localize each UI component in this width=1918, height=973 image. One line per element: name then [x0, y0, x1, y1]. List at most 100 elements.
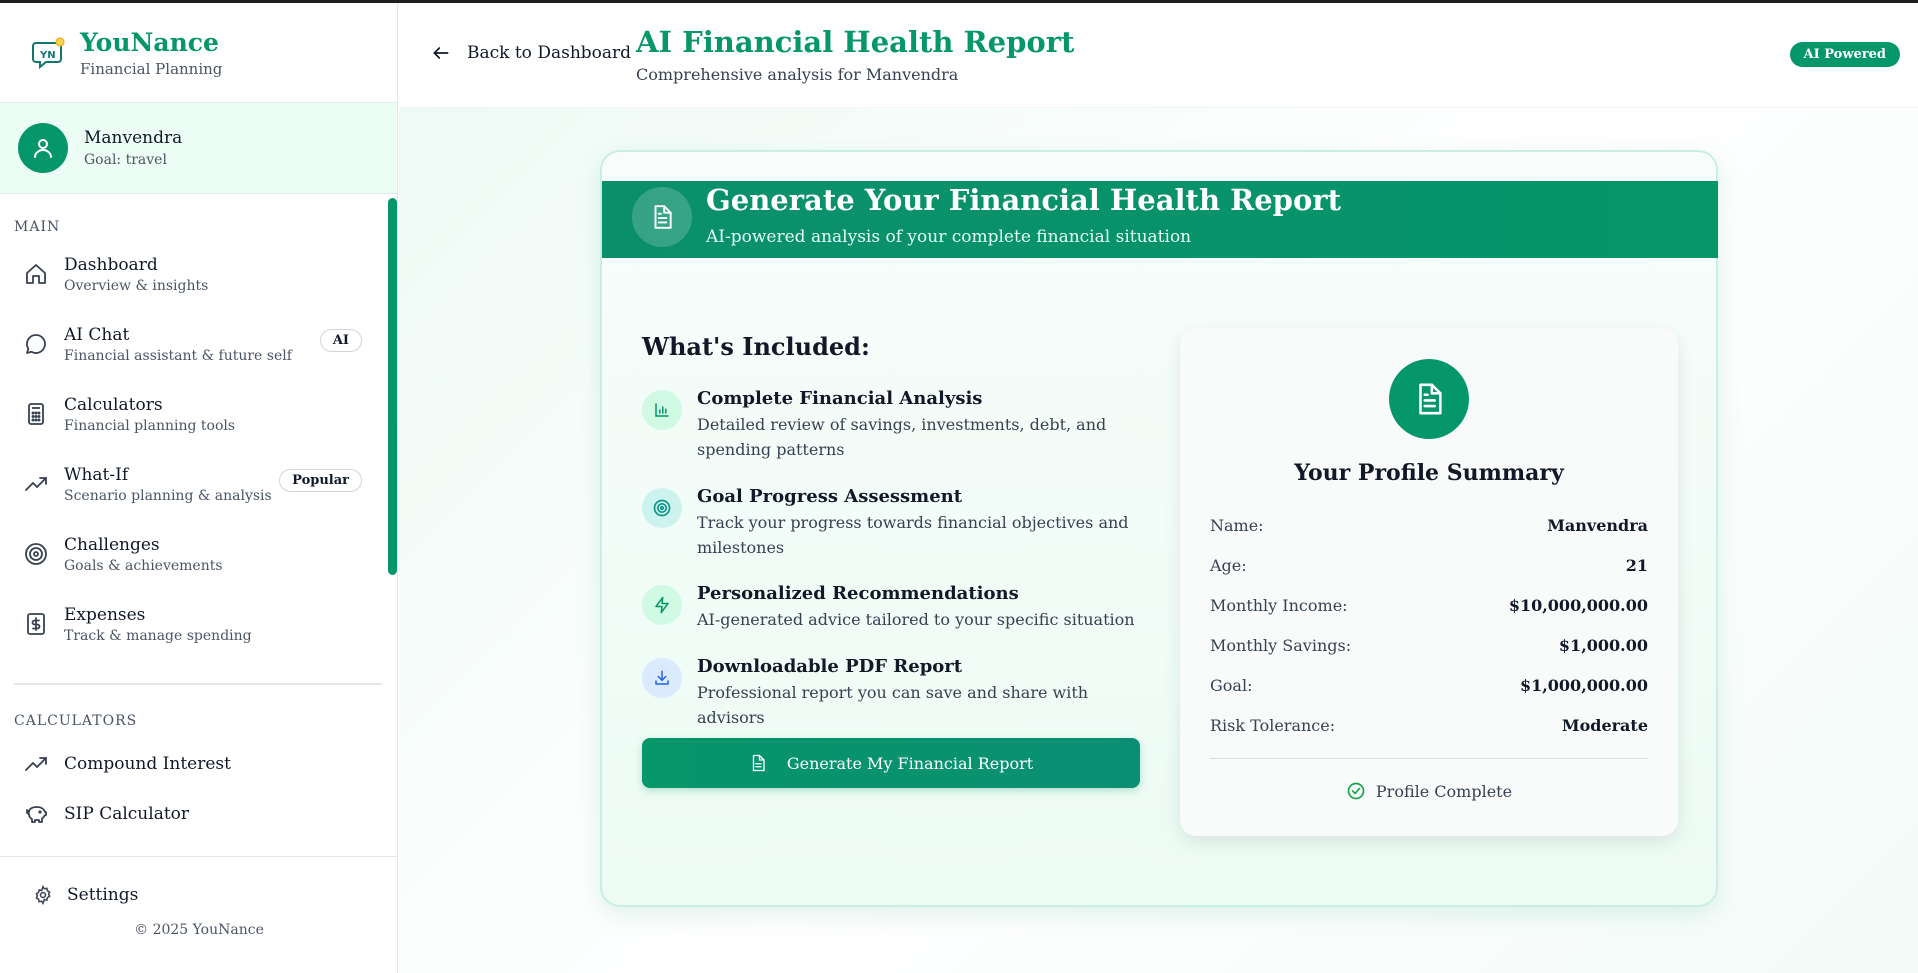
sidebar-item-what-if[interactable]: What-If Scenario planning & analysis Pop… [0, 449, 398, 519]
profile-row-goal: Goal: $1,000,000.00 [1210, 676, 1648, 695]
avatar [18, 123, 68, 173]
settings-label: Settings [67, 885, 139, 905]
sidebar-nav: MAIN Dashboard Overview & insights AI Ch… [0, 194, 398, 859]
brand[interactable]: YN YouNance Financial Planning [0, 3, 397, 103]
included-title: What's Included: [642, 332, 870, 361]
page-subtitle: Comprehensive analysis for Manvendra [636, 65, 959, 84]
profile-key: Name: [1210, 516, 1264, 535]
sidebar-item-ai-chat[interactable]: AI Chat Financial assistant & future sel… [0, 309, 398, 379]
profile-complete-label: Profile Complete [1375, 781, 1513, 801]
sidebar-item-desc: Scenario planning & analysis [64, 487, 272, 504]
profile-row-name: Name: Manvendra [1210, 516, 1648, 535]
sidebar-footer: Settings © 2025 YouNance [0, 856, 398, 973]
sidebar-item-desc: Goals & achievements [64, 557, 223, 574]
download-icon [642, 658, 682, 698]
document-icon [752, 754, 765, 772]
generate-report-label: Generate My Financial Report [786, 753, 1034, 773]
report-banner: Generate Your Financial Health Report AI… [602, 181, 1718, 258]
home-icon [26, 264, 46, 284]
profile-complete-status: Profile Complete [1180, 781, 1678, 801]
brand-name: YouNance [80, 27, 219, 57]
profile-key: Monthly Income: [1210, 596, 1348, 615]
profile-summary-title: Your Profile Summary [1294, 460, 1564, 486]
section-title-main: MAIN [14, 219, 61, 235]
target-icon [642, 488, 682, 528]
user-profile-card[interactable]: Manvendra Goal: travel [0, 103, 397, 194]
banner-title: Generate Your Financial Health Report [706, 183, 1341, 217]
feature-item: Complete Financial Analysis Detailed rev… [642, 388, 1152, 462]
profile-key: Goal: [1210, 676, 1253, 695]
sidebar-item-label: Compound Interest [64, 754, 231, 774]
feature-title: Goal Progress Assessment [697, 486, 963, 507]
back-to-dashboard-button[interactable]: Back to Dashboard [431, 43, 631, 63]
brand-tagline: Financial Planning [80, 59, 223, 78]
calculator-icon [28, 403, 44, 425]
feature-desc: Track your progress towards financial ob… [697, 513, 1129, 557]
profile-summary-card: Your Profile Summary Name: Manvendra Age… [1180, 328, 1678, 836]
gear-icon [35, 885, 51, 905]
sidebar-item-label: Challenges [64, 534, 160, 555]
sidebar-item-expenses[interactable]: Expenses Track & manage spending [0, 589, 398, 659]
user-goal: Goal: travel [84, 152, 167, 168]
feature-item: Personalized Recommendations AI-generate… [642, 583, 1152, 632]
bar-chart-icon [642, 390, 682, 430]
user-icon [34, 139, 52, 158]
feature-desc: Professional report you can save and sha… [697, 683, 1089, 727]
sidebar: YN YouNance Financial Planning Manvendra… [0, 3, 398, 973]
feature-item: Downloadable PDF Report Professional rep… [642, 656, 1152, 730]
sidebar-item-compound-interest[interactable]: Compound Interest [0, 739, 398, 789]
settings-button[interactable]: Settings [0, 885, 398, 905]
page-header: Back to Dashboard AI Financial Health Re… [399, 3, 1918, 108]
target-icon [25, 543, 47, 565]
profile-value: $1,000.00 [1558, 636, 1648, 655]
profile-row-age: Age: 21 [1210, 556, 1648, 575]
popular-badge: Popular [279, 469, 362, 492]
sidebar-item-label: Calculators [64, 394, 163, 415]
user-name: Manvendra [84, 128, 183, 148]
profile-key: Monthly Savings: [1210, 636, 1352, 655]
sidebar-item-label: SIP Calculator [64, 804, 190, 824]
sidebar-divider [14, 683, 382, 685]
section-title-calculators: CALCULATORS [14, 713, 138, 729]
profile-value: Moderate [1561, 716, 1648, 735]
generate-report-button[interactable]: Generate My Financial Report [642, 738, 1140, 788]
trending-up-icon [25, 477, 47, 491]
ai-badge: AI [319, 329, 362, 352]
receipt-dollar-icon [27, 613, 45, 635]
sidebar-item-desc: Financial planning tools [64, 417, 236, 434]
sidebar-item-desc: Financial assistant & future self [64, 347, 292, 364]
sidebar-item-dashboard[interactable]: Dashboard Overview & insights [0, 239, 398, 309]
piggy-bank-icon [26, 806, 47, 823]
sidebar-item-calculators[interactable]: Calculators Financial planning tools [0, 379, 398, 449]
profile-row-monthly-savings: Monthly Savings: $1,000.00 [1210, 636, 1648, 655]
report-card: Generate Your Financial Health Report AI… [600, 150, 1718, 907]
feature-desc: AI-generated advice tailored to your spe… [697, 610, 1135, 629]
sidebar-item-challenges[interactable]: Challenges Goals & achievements [0, 519, 398, 589]
sidebar-item-desc: Overview & insights [64, 277, 209, 294]
feature-title: Complete Financial Analysis [697, 388, 983, 409]
check-circle-icon [1347, 782, 1365, 800]
ai-powered-badge: AI Powered [1789, 42, 1900, 67]
sidebar-scrollbar[interactable] [388, 198, 397, 575]
profile-key: Age: [1210, 556, 1247, 575]
trending-up-icon [25, 757, 47, 771]
svg-text:YN: YN [39, 50, 56, 61]
feature-item: Goal Progress Assessment Track your prog… [642, 486, 1152, 560]
sidebar-item-sip-calculator[interactable]: SIP Calculator [0, 789, 398, 839]
arrow-left-icon [433, 47, 449, 59]
lightning-icon [642, 585, 682, 625]
profile-value: Manvendra [1547, 516, 1648, 535]
document-icon [632, 187, 692, 247]
copyright: © 2025 YouNance [134, 922, 264, 938]
sidebar-item-desc: Track & manage spending [64, 627, 252, 644]
sidebar-item-label: Dashboard [64, 254, 158, 275]
younance-logo-icon: YN [32, 36, 66, 70]
chat-icon [26, 334, 46, 354]
sidebar-item-label: AI Chat [64, 324, 130, 345]
document-icon [1389, 359, 1469, 439]
page-title: AI Financial Health Report [636, 25, 1075, 59]
profile-row-monthly-income: Monthly Income: $10,000,000.00 [1210, 596, 1648, 615]
profile-divider [1210, 758, 1648, 759]
sidebar-item-label: What-If [64, 464, 129, 485]
profile-key: Risk Tolerance: [1210, 716, 1336, 735]
